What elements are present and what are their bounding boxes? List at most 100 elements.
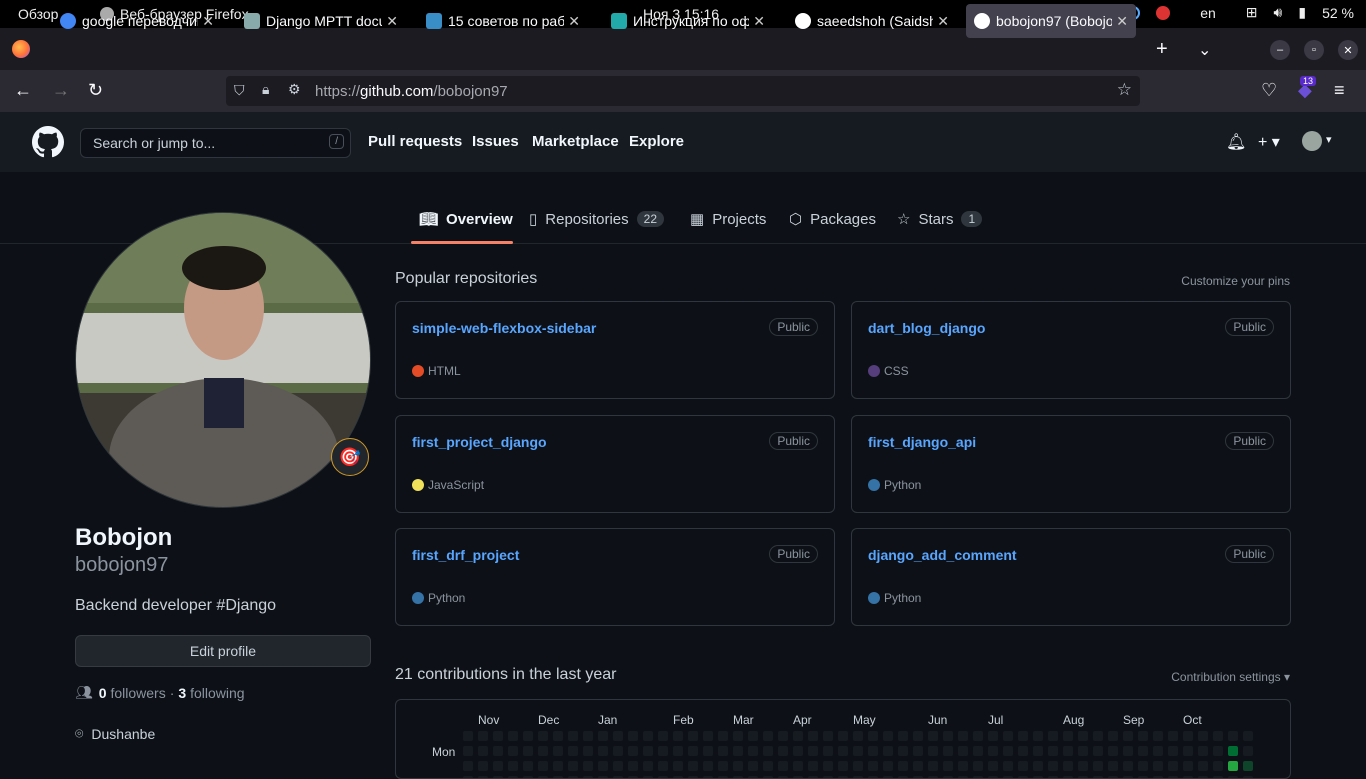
caret-down-icon[interactable]: ▾ bbox=[1326, 133, 1332, 146]
contribution-day-cell[interactable] bbox=[988, 731, 998, 741]
contribution-day-cell[interactable] bbox=[1138, 761, 1148, 771]
contribution-day-cell[interactable] bbox=[1018, 761, 1028, 771]
minimize-button[interactable]: – bbox=[1270, 40, 1290, 60]
contribution-day-cell[interactable] bbox=[1078, 761, 1088, 771]
contribution-day-cell[interactable] bbox=[553, 746, 563, 756]
contribution-day-cell[interactable] bbox=[508, 761, 518, 771]
contribution-day-cell[interactable] bbox=[1093, 746, 1103, 756]
repo-name-link[interactable]: first_django_api bbox=[868, 434, 976, 450]
contribution-day-cell[interactable] bbox=[913, 761, 923, 771]
contribution-day-cell[interactable] bbox=[598, 746, 608, 756]
contribution-day-cell[interactable] bbox=[1228, 731, 1238, 741]
system-tray[interactable]: en ⊞ 🔊︎ ▮ 52 % bbox=[1126, 4, 1354, 21]
maximize-button[interactable]: ▫ bbox=[1304, 40, 1324, 60]
contribution-day-cell[interactable] bbox=[943, 731, 953, 741]
contribution-day-cell[interactable] bbox=[583, 746, 593, 756]
contribution-day-cell[interactable] bbox=[1198, 746, 1208, 756]
contribution-day-cell[interactable] bbox=[1123, 746, 1133, 756]
contribution-day-cell[interactable] bbox=[928, 746, 938, 756]
contribution-day-cell[interactable] bbox=[658, 731, 668, 741]
contribution-day-cell[interactable] bbox=[628, 761, 638, 771]
contribution-day-cell[interactable] bbox=[808, 731, 818, 741]
contribution-day-cell[interactable] bbox=[718, 761, 728, 771]
contribution-day-cell[interactable] bbox=[613, 761, 623, 771]
contribution-day-cell[interactable] bbox=[838, 746, 848, 756]
nav-marketplace[interactable]: Marketplace bbox=[532, 133, 619, 150]
contribution-day-cell[interactable] bbox=[973, 746, 983, 756]
contribution-day-cell[interactable] bbox=[478, 731, 488, 741]
menu-icon[interactable]: ≡ bbox=[1334, 80, 1345, 101]
contribution-day-cell[interactable] bbox=[733, 761, 743, 771]
contribution-day-cell[interactable] bbox=[943, 746, 953, 756]
contribution-day-cell[interactable] bbox=[1213, 761, 1223, 771]
contribution-day-cell[interactable] bbox=[478, 761, 488, 771]
contribution-day-cell[interactable] bbox=[538, 761, 548, 771]
contribution-day-cell[interactable] bbox=[598, 761, 608, 771]
contribution-day-cell[interactable] bbox=[778, 746, 788, 756]
contribution-day-cell[interactable] bbox=[763, 761, 773, 771]
volume-icon[interactable]: 🔊︎ bbox=[1274, 4, 1283, 21]
github-logo-icon[interactable] bbox=[32, 126, 64, 158]
contribution-day-cell[interactable] bbox=[703, 731, 713, 741]
close-tab-icon[interactable]: ✕ bbox=[568, 13, 580, 30]
contribution-day-cell[interactable] bbox=[718, 731, 728, 741]
contribution-day-cell[interactable] bbox=[523, 761, 533, 771]
contribution-day-cell[interactable] bbox=[688, 731, 698, 741]
contribution-day-cell[interactable] bbox=[1048, 761, 1058, 771]
back-arrow-icon[interactable]: ← bbox=[14, 80, 32, 101]
close-tab-icon[interactable]: ✕ bbox=[937, 13, 949, 30]
contribution-day-cell[interactable] bbox=[1213, 731, 1223, 741]
contribution-day-cell[interactable] bbox=[703, 761, 713, 771]
contribution-day-cell[interactable] bbox=[763, 746, 773, 756]
address-bar[interactable]: ⛉ 🔒︎ ⚙ https://github.com/bobojon97 ☆ bbox=[226, 76, 1140, 106]
contribution-day-cell[interactable] bbox=[808, 761, 818, 771]
nav-issues[interactable]: Issues bbox=[472, 133, 519, 150]
contribution-day-cell[interactable] bbox=[913, 746, 923, 756]
network-icon[interactable]: ⊞ bbox=[1246, 4, 1258, 21]
browser-tab[interactable]: google переводчик ✕ bbox=[52, 4, 222, 38]
contribution-day-cell[interactable] bbox=[1018, 731, 1028, 741]
contribution-day-cell[interactable] bbox=[958, 761, 968, 771]
contribution-day-cell[interactable] bbox=[1168, 731, 1178, 741]
edit-profile-button[interactable]: Edit profile bbox=[75, 635, 371, 667]
contribution-day-cell[interactable] bbox=[1183, 761, 1193, 771]
contribution-day-cell[interactable] bbox=[868, 746, 878, 756]
nav-explore[interactable]: Explore bbox=[629, 133, 684, 150]
contribution-day-cell[interactable] bbox=[1108, 731, 1118, 741]
contribution-day-cell[interactable] bbox=[823, 761, 833, 771]
contribution-day-cell[interactable] bbox=[958, 746, 968, 756]
repo-name-link[interactable]: dart_blog_django bbox=[868, 320, 985, 336]
contribution-day-cell[interactable] bbox=[598, 731, 608, 741]
contribution-day-cell[interactable] bbox=[1168, 746, 1178, 756]
tab-overview[interactable]: 📖︎ Overview bbox=[419, 210, 513, 229]
contribution-day-cell[interactable] bbox=[628, 731, 638, 741]
contribution-day-cell[interactable] bbox=[913, 731, 923, 741]
contribution-day-cell[interactable] bbox=[1243, 761, 1253, 771]
browser-tab[interactable]: bobojon97 (Bobojon ✕ bbox=[966, 4, 1136, 38]
contribution-day-cell[interactable] bbox=[673, 746, 683, 756]
contribution-day-cell[interactable] bbox=[463, 761, 473, 771]
tab-list-chevron-icon[interactable]: ⌄ bbox=[1198, 40, 1211, 60]
contribution-day-cell[interactable] bbox=[508, 731, 518, 741]
contribution-day-cell[interactable] bbox=[958, 731, 968, 741]
contribution-day-cell[interactable] bbox=[1018, 746, 1028, 756]
contribution-day-cell[interactable] bbox=[853, 761, 863, 771]
contribution-day-cell[interactable] bbox=[673, 761, 683, 771]
contribution-day-cell[interactable] bbox=[553, 731, 563, 741]
contribution-day-cell[interactable] bbox=[658, 761, 668, 771]
close-tab-icon[interactable]: ✕ bbox=[753, 13, 765, 30]
app-indicator-icon[interactable] bbox=[1156, 5, 1171, 20]
contribution-day-cell[interactable] bbox=[643, 761, 653, 771]
contribution-day-cell[interactable] bbox=[463, 746, 473, 756]
contribution-day-cell[interactable] bbox=[733, 746, 743, 756]
contribution-day-cell[interactable] bbox=[763, 731, 773, 741]
contribution-day-cell[interactable] bbox=[643, 746, 653, 756]
browser-tab[interactable]: Django MPTT docume✕ bbox=[236, 4, 406, 38]
contribution-day-cell[interactable] bbox=[793, 746, 803, 756]
contribution-day-cell[interactable] bbox=[748, 761, 758, 771]
create-new-plus-icon[interactable]: + ▾ bbox=[1258, 132, 1280, 152]
repo-name-link[interactable]: simple-web-flexbox-sidebar bbox=[412, 320, 596, 336]
contribution-day-cell[interactable] bbox=[1063, 731, 1073, 741]
contribution-day-cell[interactable] bbox=[493, 746, 503, 756]
contribution-day-cell[interactable] bbox=[1048, 731, 1058, 741]
